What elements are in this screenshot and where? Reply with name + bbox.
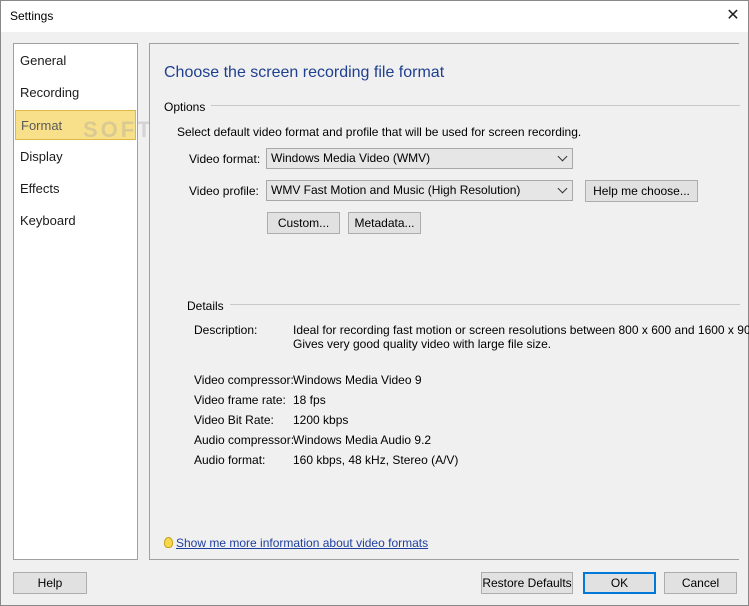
ok-button[interactable]: OK: [583, 572, 656, 594]
cancel-button[interactable]: Cancel: [664, 572, 737, 594]
sidebar-item-keyboard[interactable]: Keyboard: [15, 206, 136, 236]
options-group-label: Options: [164, 100, 212, 114]
help-me-choose-button[interactable]: Help me choose...: [585, 180, 698, 202]
chevron-down-icon: [557, 183, 568, 194]
custom-button[interactable]: Custom...: [267, 212, 340, 234]
detail-label: Video compressor:: [194, 373, 294, 387]
detail-label: Audio compressor:: [194, 433, 295, 447]
detail-label: Video Bit Rate:: [194, 413, 274, 427]
video-formats-info-link[interactable]: Show me more information about video for…: [176, 536, 428, 550]
sidebar-item-recording[interactable]: Recording: [15, 78, 136, 108]
detail-label: Audio format:: [194, 453, 266, 467]
description-line-1: Ideal for recording fast motion or scree…: [293, 323, 749, 337]
help-button[interactable]: Help: [13, 572, 87, 594]
format-panel: Choose the screen recording file format …: [149, 43, 749, 560]
sidebar-item-general[interactable]: General: [15, 46, 136, 76]
detail-value: 160 kbps, 48 kHz, Stereo (A/V): [293, 453, 459, 467]
video-format-select[interactable]: Windows Media Video (WMV): [266, 148, 573, 169]
detail-value: 18 fps: [293, 393, 326, 407]
detail-value: Windows Media Video 9: [293, 373, 422, 387]
description-label: Description:: [194, 323, 258, 337]
options-group-line: [164, 105, 740, 106]
video-profile-label: Video profile:: [189, 184, 259, 198]
window-title: Settings: [10, 9, 54, 23]
page-title: Choose the screen recording file format: [164, 64, 445, 81]
sidebar-item-display[interactable]: Display: [15, 142, 136, 172]
options-description: Select default video format and profile …: [177, 125, 582, 139]
detail-label: Video frame rate:: [194, 393, 286, 407]
settings-window: Settings ✕ General Recording Format Disp…: [0, 0, 749, 606]
video-profile-value: WMV Fast Motion and Music (High Resoluti…: [271, 183, 521, 197]
metadata-button[interactable]: Metadata...: [348, 212, 421, 234]
details-group-line: [187, 304, 740, 305]
video-format-label: Video format:: [189, 152, 261, 166]
title-bar: Settings ✕: [1, 1, 748, 32]
description-line-2: Gives very good quality video with large…: [293, 337, 552, 351]
close-icon[interactable]: ✕: [718, 1, 748, 32]
restore-defaults-button[interactable]: Restore Defaults: [481, 572, 573, 594]
detail-value: 1200 kbps: [293, 413, 349, 427]
detail-value: Windows Media Audio 9.2: [293, 433, 432, 447]
video-profile-select[interactable]: WMV Fast Motion and Music (High Resoluti…: [266, 180, 573, 201]
chevron-down-icon: [557, 151, 568, 162]
lightbulb-icon: [164, 537, 173, 548]
details-group-label: Details: [187, 299, 230, 313]
video-format-value: Windows Media Video (WMV): [271, 151, 431, 165]
sidebar-item-effects[interactable]: Effects: [15, 174, 136, 204]
info-link-row: Show me more information about video for…: [164, 536, 428, 550]
